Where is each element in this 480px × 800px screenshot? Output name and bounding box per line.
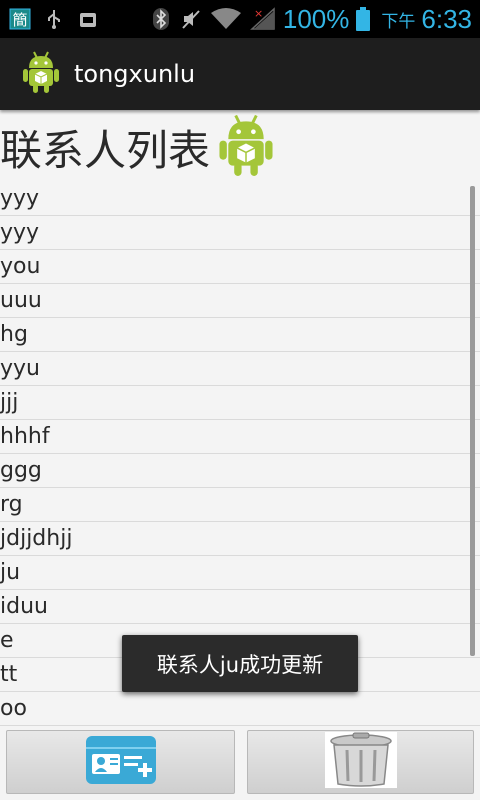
contact-name: oo xyxy=(0,696,27,721)
trash-icon xyxy=(324,732,397,792)
battery-icon xyxy=(355,7,371,31)
list-item[interactable]: ju xyxy=(0,556,480,590)
contact-name: rg xyxy=(0,492,23,517)
contact-name: yyy xyxy=(0,186,40,211)
status-ampm: 下午 xyxy=(381,11,416,32)
contact-name: yyu xyxy=(0,356,40,381)
list-item[interactable]: yyu xyxy=(0,352,480,386)
contact-name: iduu xyxy=(0,594,48,619)
status-bar: 簡 × 100% 下午 6:33 xyxy=(0,0,480,38)
action-bar: tongxunlu xyxy=(0,38,480,110)
contact-name: ju xyxy=(0,560,21,585)
contact-name: tt xyxy=(0,662,18,687)
list-item[interactable]: jjj xyxy=(0,386,480,420)
list-item[interactable]: jdjjdhjj xyxy=(0,522,480,556)
page-header: 联系人列表 xyxy=(0,112,480,182)
list-item[interactable]: hhhf xyxy=(0,420,480,454)
bottom-bar xyxy=(0,726,480,800)
contact-name: you xyxy=(0,254,41,279)
svg-text:×: × xyxy=(254,7,263,20)
contact-name: jdjjdhjj xyxy=(0,526,73,551)
list-item[interactable]: hg xyxy=(0,318,480,352)
delete-button[interactable] xyxy=(247,730,474,794)
contact-name: yyy xyxy=(0,220,40,245)
android-icon[interactable] xyxy=(22,50,60,98)
add-contact-icon xyxy=(84,734,158,790)
wifi-icon xyxy=(209,7,243,31)
list-item[interactable]: oo xyxy=(0,692,480,726)
debug-icon xyxy=(76,7,100,31)
no-signal-icon: × xyxy=(249,7,277,31)
svg-text:簡: 簡 xyxy=(12,11,27,29)
list-item[interactable]: ggg xyxy=(0,454,480,488)
toast-message: 联系人ju成功更新 xyxy=(122,635,358,692)
mute-icon xyxy=(179,7,203,31)
contact-name: jjj xyxy=(0,390,19,415)
status-time: 6:33 xyxy=(421,3,472,34)
list-item[interactable]: iduu xyxy=(0,590,480,624)
contact-name: ggg xyxy=(0,458,42,483)
list-item[interactable]: rg xyxy=(0,488,480,522)
app-title: tongxunlu xyxy=(74,60,196,88)
bluetooth-icon xyxy=(149,7,173,31)
list-scrollbar[interactable] xyxy=(470,186,475,656)
page-title: 联系人列表 xyxy=(0,125,211,175)
list-item[interactable]: uuu xyxy=(0,284,480,318)
contact-name: hhhf xyxy=(0,424,50,449)
contact-name: uuu xyxy=(0,288,42,313)
add-contact-button[interactable] xyxy=(6,730,235,794)
usb-icon xyxy=(42,7,66,31)
sim-icon: 簡 xyxy=(8,7,32,31)
list-item[interactable]: yyy xyxy=(0,182,480,216)
list-item[interactable]: yyy xyxy=(0,216,480,250)
contact-name: e xyxy=(0,628,14,653)
contact-name: hg xyxy=(0,322,28,347)
list-item[interactable]: you xyxy=(0,250,480,284)
android-icon xyxy=(218,112,274,182)
battery-percent: 100% xyxy=(282,3,350,34)
